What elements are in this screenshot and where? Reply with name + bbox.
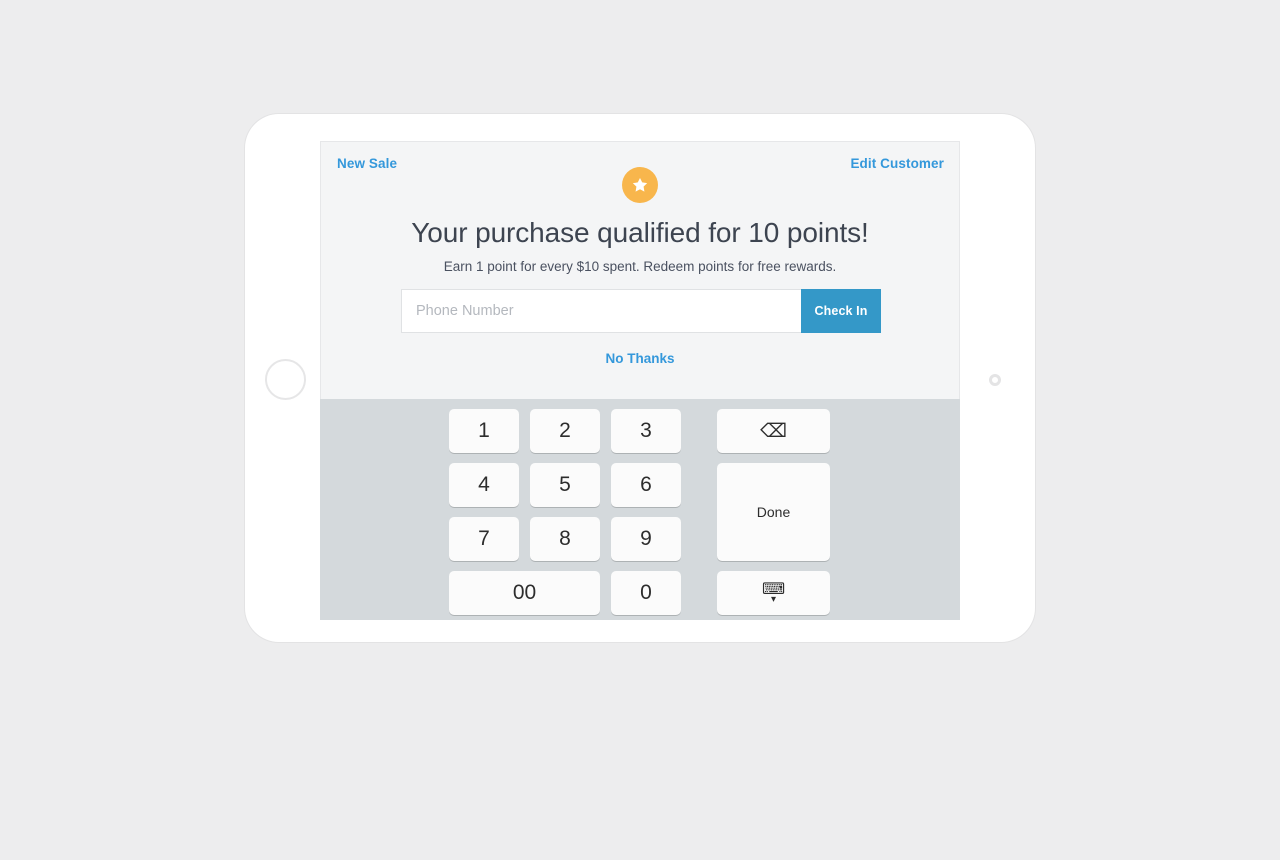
keypad-key-2[interactable]: 2 (530, 409, 600, 453)
keypad-key-1[interactable]: 1 (449, 409, 519, 453)
keypad-key-5[interactable]: 5 (530, 463, 600, 507)
keypad-key-4[interactable]: 4 (449, 463, 519, 507)
keypad-key-3[interactable]: 3 (611, 409, 681, 453)
phone-number-input[interactable] (401, 289, 801, 333)
numeric-keypad: 1 2 3 ⌫ 4 5 6 Done 7 8 9 00 0 ⌨ ▾ (320, 399, 960, 620)
star-icon (622, 167, 658, 203)
edit-customer-link[interactable]: Edit Customer (850, 156, 944, 171)
keypad-key-0[interactable]: 0 (611, 571, 681, 615)
keypad-key-8[interactable]: 8 (530, 517, 600, 561)
tablet-screen: New Sale Edit Customer Your purchase qua… (320, 141, 960, 620)
keypad-key-6[interactable]: 6 (611, 463, 681, 507)
keypad-done-button[interactable]: Done (717, 463, 830, 561)
no-thanks-link[interactable]: No Thanks (321, 351, 959, 366)
keypad-key-00[interactable]: 00 (449, 571, 600, 615)
home-button[interactable] (265, 359, 306, 400)
chevron-down-icon: ▾ (770, 593, 777, 605)
keyboard-dismiss-icon[interactable]: ⌨ ▾ (717, 571, 830, 615)
keypad-key-9[interactable]: 9 (611, 517, 681, 561)
keypad-key-7[interactable]: 7 (449, 517, 519, 561)
checkin-form: Check In (401, 289, 881, 333)
new-sale-link[interactable]: New Sale (337, 156, 397, 171)
loyalty-checkin-panel: New Sale Edit Customer Your purchase qua… (320, 141, 960, 399)
backspace-icon[interactable]: ⌫ (717, 409, 830, 453)
page-title: Your purchase qualified for 10 points! (411, 217, 869, 248)
check-in-button[interactable]: Check In (801, 289, 881, 333)
front-camera-icon (989, 374, 1001, 386)
page-subtitle: Earn 1 point for every $10 spent. Redeem… (443, 259, 837, 274)
